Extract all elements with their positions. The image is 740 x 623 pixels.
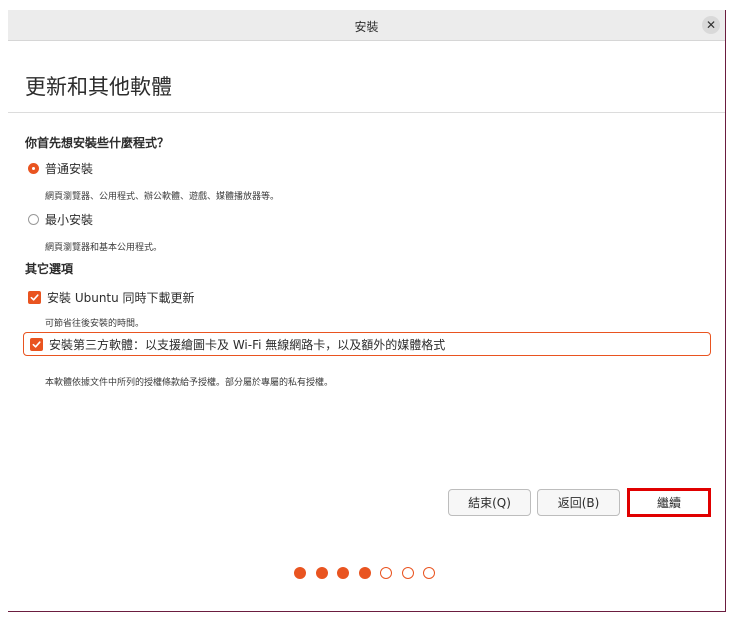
checkmark-icon (30, 337, 43, 351)
progress-dot (380, 567, 392, 579)
download-updates-description: 可節省往後安裝的時間。 (45, 319, 145, 329)
progress-dots (294, 567, 435, 579)
checkbox-third-party[interactable]: 安裝第三方軟體：以支援繪圖卡及 Wi-Fi 無線網路卡，以及額外的媒體格式 (23, 332, 711, 356)
back-button[interactable]: 返回(B) (537, 489, 620, 516)
other-options-heading: 其它選項 (25, 262, 74, 276)
progress-dot (401, 567, 414, 579)
quit-button[interactable]: 結束(Q) (448, 489, 531, 516)
page-title: 更新和其他軟體 (25, 75, 172, 99)
window-title: 安裝 (354, 20, 379, 34)
radio-selected-indicator (28, 163, 39, 174)
radio-normal-install-label: 普通安裝 (45, 162, 94, 176)
normal-install-description: 網頁瀏覽器、公用程式、辦公軟體、遊戲、媒體播放器等。 (45, 192, 280, 202)
radio-minimal-install[interactable]: 最小安裝 (28, 211, 93, 228)
radio-normal-install[interactable]: 普通安裝 (28, 160, 93, 177)
third-party-description: 本軟體依據文件中所列的授權條款給予授權。部分屬於專屬的私有授權。 (45, 378, 334, 388)
checkbox-third-party-label: 安裝第三方軟體：以支援繪圖卡及 Wi-Fi 無線網路卡，以及額外的媒體格式 (49, 337, 446, 352)
install-type-question: 你首先想安裝些什麼程式？ (25, 136, 170, 150)
page-header: 更新和其他軟體 (8, 41, 725, 113)
checkbox-download-updates[interactable]: 安裝 Ubuntu 同時下載更新 (28, 289, 195, 306)
minimal-install-description: 網頁瀏覽器和基本公用程式。 (45, 243, 163, 253)
installer-window: 安裝 ✕ 更新和其他軟體 你首先想安裝些什麼程式？ 普通安裝 網頁瀏覽器、公用程… (8, 10, 726, 612)
checkbox-download-updates-label: 安裝 Ubuntu 同時下載更新 (47, 291, 195, 305)
continue-button[interactable]: 繼續 (627, 488, 711, 517)
progress-dot (294, 567, 306, 579)
progress-dot (315, 567, 328, 579)
progress-dot (358, 567, 371, 579)
title-bar: 安裝 ✕ (8, 10, 725, 41)
radio-unselected-indicator (28, 214, 39, 225)
close-button[interactable]: ✕ (702, 16, 720, 34)
radio-minimal-install-label: 最小安裝 (45, 213, 94, 227)
progress-dot (423, 567, 435, 579)
close-icon: ✕ (705, 18, 717, 32)
checkmark-icon (28, 291, 41, 304)
progress-dot (337, 567, 349, 579)
